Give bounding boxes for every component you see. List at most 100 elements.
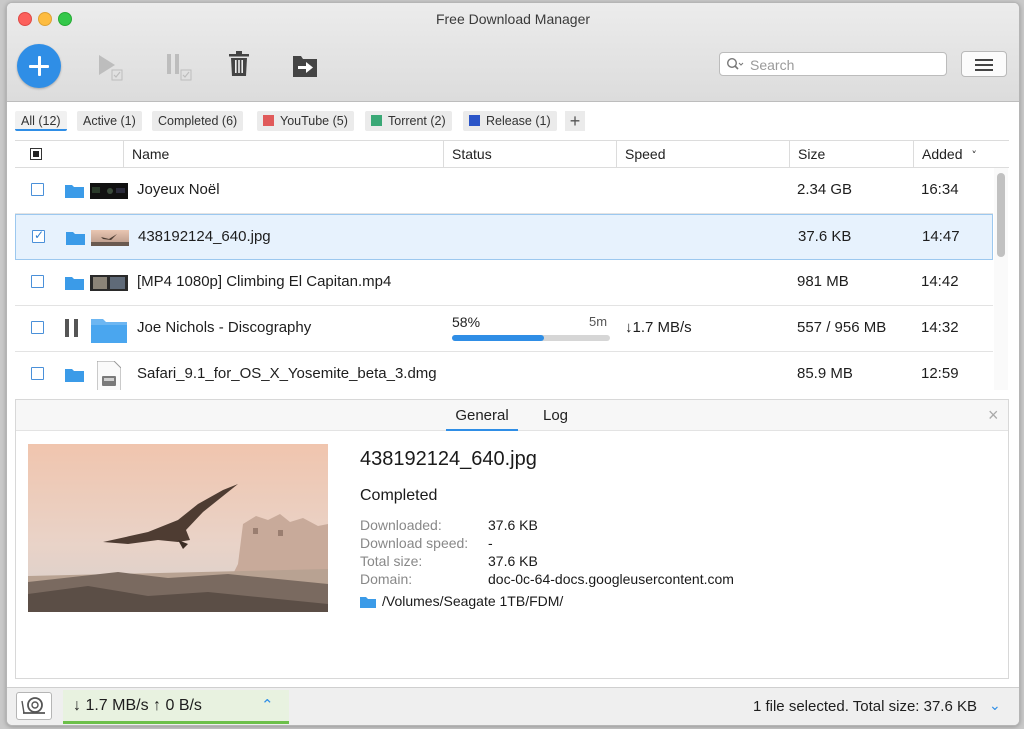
progress-bar xyxy=(452,335,610,341)
column-added[interactable]: Added ˅ xyxy=(913,141,1009,167)
chevron-down-icon[interactable]: ⌄ xyxy=(989,697,1001,714)
search-input[interactable] xyxy=(748,55,942,75)
main-menu-button[interactable] xyxy=(961,51,1007,77)
folder-icon xyxy=(91,319,127,343)
tab-general[interactable]: General xyxy=(446,400,518,431)
row-added: 12:59 xyxy=(921,365,959,382)
folder-icon xyxy=(360,597,376,608)
detail-label: Downloaded: xyxy=(360,517,442,533)
filter-tab-completed[interactable]: Completed (6) xyxy=(152,111,244,131)
detail-label: Download speed: xyxy=(360,535,469,551)
table-header: Name Status Speed Size Added ˅ xyxy=(15,140,1009,168)
table-row[interactable]: Joyeux Noël 2.34 GB 16:34 xyxy=(15,168,993,214)
filter-tab-youtube-label: YouTube (5) xyxy=(280,114,348,128)
detail-field: Downloaded: 37.6 KB xyxy=(360,517,538,533)
row-speed: ↓1.7 MB/s xyxy=(625,319,692,336)
folder-icon[interactable] xyxy=(66,231,85,245)
detail-label: Domain: xyxy=(360,571,413,587)
status-bar: ↓ 1.7 MB/s ↑ 0 B/s ⌃ 1 file selected. To… xyxy=(7,687,1019,725)
torrent-tag-swatch xyxy=(371,115,382,126)
column-name[interactable]: Name xyxy=(123,141,443,167)
detail-file-name: 438192124_640.jpg xyxy=(360,448,537,470)
close-icon[interactable]: × xyxy=(988,405,999,426)
trash-icon xyxy=(229,51,249,76)
row-checkbox[interactable] xyxy=(31,321,44,334)
delete-button[interactable] xyxy=(229,51,263,85)
pause-button[interactable] xyxy=(164,51,198,85)
detail-path[interactable]: /Volumes/Seagate 1TB/FDM/ xyxy=(360,593,563,609)
column-speed[interactable]: Speed xyxy=(616,141,789,167)
video-thumbnail xyxy=(90,183,128,199)
speed-readout: ↓ 1.7 MB/s ↑ 0 B/s xyxy=(73,697,202,714)
sort-chevron-icon: ˅ xyxy=(971,149,977,162)
filter-tab-torrent[interactable]: Torrent (2) xyxy=(365,111,452,131)
image-thumbnail xyxy=(91,230,129,246)
details-tabs: General Log × xyxy=(16,400,1008,431)
disk-image-icon xyxy=(97,361,121,390)
move-to-folder-icon xyxy=(293,56,317,77)
filter-tab-release[interactable]: Release (1) xyxy=(463,111,557,131)
row-checkbox[interactable] xyxy=(31,183,44,196)
filter-tab-youtube[interactable]: YouTube (5) xyxy=(257,111,354,131)
row-size: 981 MB xyxy=(797,273,849,290)
speed-indicator[interactable]: ↓ 1.7 MB/s ↑ 0 B/s ⌃ xyxy=(63,690,289,724)
start-button[interactable] xyxy=(95,51,129,85)
column-size[interactable]: Size xyxy=(789,141,913,167)
row-checkbox[interactable] xyxy=(31,275,44,288)
row-added: 14:42 xyxy=(921,273,959,290)
list-scrollbar[interactable] xyxy=(994,168,1008,390)
row-size: 85.9 MB xyxy=(797,365,853,382)
row-added: 14:32 xyxy=(921,319,959,336)
filter-tab-completed-label: Completed (6) xyxy=(158,114,238,128)
move-button[interactable] xyxy=(293,51,327,85)
folder-icon[interactable] xyxy=(65,276,84,290)
row-checkbox[interactable] xyxy=(31,367,44,380)
select-all-checkbox[interactable] xyxy=(30,148,42,160)
detail-field: Total size: 37.6 KB xyxy=(360,553,538,569)
speed-mode-button[interactable] xyxy=(16,692,52,720)
row-name: Safari_9.1_for_OS_X_Yosemite_beta_3.dmg xyxy=(137,365,437,382)
scrollbar-thumb[interactable] xyxy=(997,173,1005,257)
search-icon xyxy=(726,57,744,70)
file-preview-image xyxy=(28,444,328,612)
progress-percent: 58% xyxy=(452,314,481,330)
folder-icon[interactable] xyxy=(65,368,84,382)
progress-eta: 5m xyxy=(589,314,608,329)
detail-field: Download speed: - xyxy=(360,535,493,551)
app-window: Free Download Manager Search All (12) Ac… xyxy=(6,2,1020,726)
detail-status: Completed xyxy=(360,487,438,504)
pause-icon[interactable] xyxy=(65,319,79,337)
table-row[interactable]: 438192124_640.jpg 37.6 KB 14:47 xyxy=(15,214,993,260)
table-row[interactable]: [MP4 1080p] Climbing El Capitan.mp4 981 … xyxy=(15,260,993,306)
detail-label: Total size: xyxy=(360,553,423,569)
release-tag-swatch xyxy=(469,115,480,126)
youtube-tag-swatch xyxy=(263,115,274,126)
chevron-up-icon: ⌃ xyxy=(261,697,274,714)
filter-tab-active[interactable]: Active (1) xyxy=(77,111,142,131)
detail-value: - xyxy=(488,535,493,551)
row-name: Joe Nichols - Discography xyxy=(137,319,312,336)
add-tag-button[interactable]: + xyxy=(565,111,585,131)
row-name: Joyeux Noël xyxy=(137,181,220,198)
progress-fill xyxy=(452,335,544,341)
selection-summary: 1 file selected. Total size: 37.6 KB xyxy=(752,698,977,715)
search-field[interactable] xyxy=(719,52,947,76)
table-row[interactable]: Safari_9.1_for_OS_X_Yosemite_beta_3.dmg … xyxy=(15,352,993,390)
filter-tab-all[interactable]: All (12) xyxy=(15,111,67,131)
detail-value: 37.6 KB xyxy=(488,553,538,569)
pause-icon xyxy=(167,54,192,81)
table-row[interactable]: Joe Nichols - Discography 58% 5m ↓1.7 MB… xyxy=(15,306,993,352)
detail-value: 37.6 KB xyxy=(488,517,538,533)
row-size: 37.6 KB xyxy=(798,228,852,245)
add-download-button[interactable] xyxy=(17,44,61,88)
row-checkbox[interactable] xyxy=(32,228,45,243)
filter-tab-torrent-label: Torrent (2) xyxy=(388,114,446,128)
row-size: 2.34 GB xyxy=(797,181,853,198)
column-status[interactable]: Status xyxy=(443,141,616,167)
tab-log[interactable]: Log xyxy=(543,400,568,429)
download-list: Joyeux Noël 2.34 GB 16:34 438192124_640.… xyxy=(15,168,993,390)
folder-icon[interactable] xyxy=(65,184,84,198)
column-added-label: Added xyxy=(922,146,963,162)
play-icon xyxy=(99,55,123,81)
window-title: Free Download Manager xyxy=(435,11,591,27)
